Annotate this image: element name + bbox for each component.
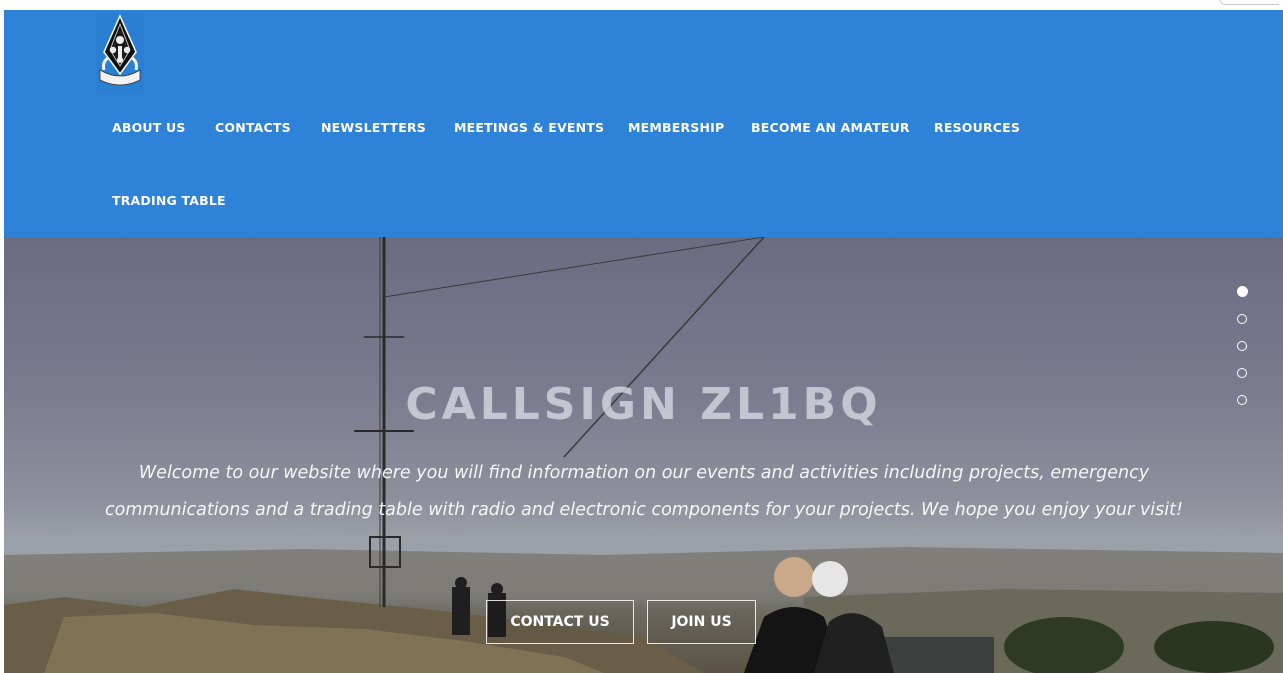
hero-welcome-text: Welcome to our website where you will fi…: [105, 463, 1183, 520]
site-header: ABOUT US CONTACTS NEWSLETTERS MEETINGS &…: [4, 10, 1283, 237]
nav-resources[interactable]: RESOURCES: [934, 120, 1020, 135]
nav-meetings-events[interactable]: MEETINGS & EVENTS: [454, 120, 604, 135]
slider-dot-1[interactable]: [1237, 286, 1248, 297]
nav-newsletters[interactable]: NEWSLETTERS: [321, 120, 426, 135]
slider-dot-4[interactable]: [1237, 368, 1247, 378]
hero-title: CALLSIGN ZL1BQ: [405, 379, 882, 430]
top-strip: [0, 0, 1283, 10]
contact-us-button[interactable]: CONTACT US: [486, 600, 634, 644]
nav-membership[interactable]: MEMBERSHIP: [628, 120, 724, 135]
main-nav: ABOUT US CONTACTS NEWSLETTERS MEETINGS &…: [4, 10, 1283, 237]
slider-dot-5[interactable]: [1237, 395, 1247, 405]
slider-pagination: [1237, 286, 1251, 422]
nav-contacts[interactable]: CONTACTS: [215, 120, 291, 135]
join-us-button[interactable]: JOIN US: [647, 600, 756, 644]
nav-become-an-amateur[interactable]: BECOME AN AMATEUR: [751, 120, 910, 135]
hero-slider: CALLSIGN ZL1BQ Welcome to our website wh…: [4, 237, 1283, 673]
nav-trading-table[interactable]: TRADING TABLE: [112, 193, 226, 208]
window-edge: [1220, 0, 1279, 5]
slider-dot-3[interactable]: [1237, 341, 1247, 351]
slider-dot-2[interactable]: [1237, 314, 1247, 324]
nav-about-us[interactable]: ABOUT US: [112, 120, 186, 135]
